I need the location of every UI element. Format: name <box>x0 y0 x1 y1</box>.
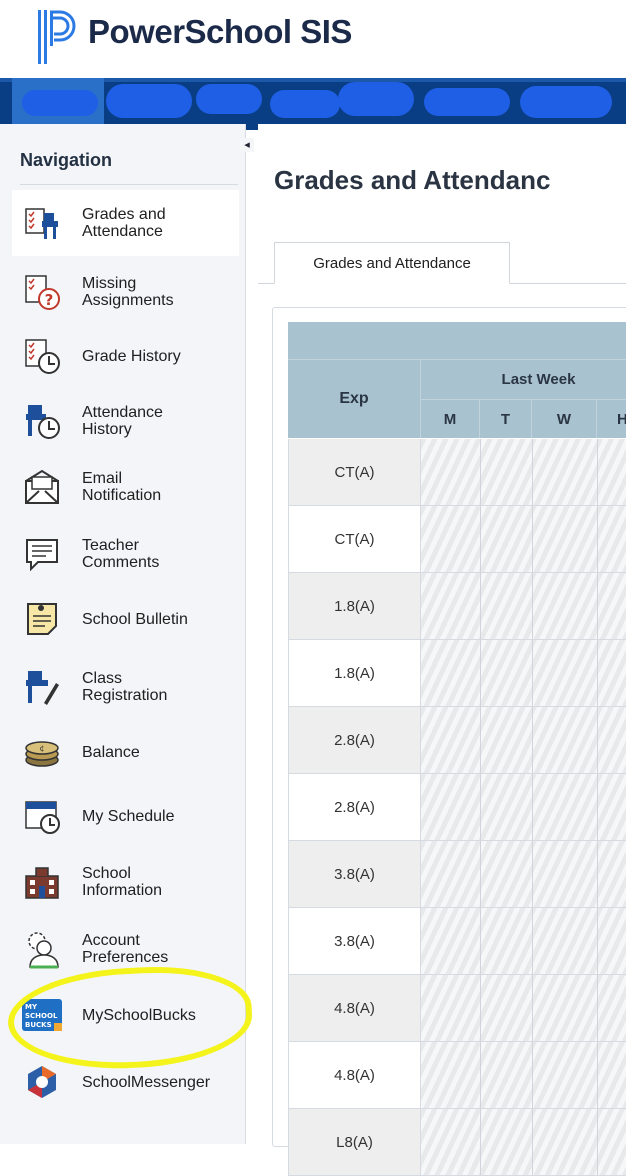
grade-history-icon <box>22 336 62 376</box>
exp-cell[interactable]: CT(A) <box>288 506 421 572</box>
collapse-sidebar-icon[interactable]: ◂ <box>240 138 254 152</box>
table-row: 4.8(A) <box>288 1042 626 1109</box>
table-row: 1.8(A) <box>288 640 626 707</box>
sidebar-item-label: Email Notification <box>82 470 162 504</box>
table-row: 2.8(A) <box>288 774 626 841</box>
table-row: CT(A) <box>288 506 626 573</box>
attendance-history-icon <box>22 401 62 441</box>
sidebar-item-label: School Information <box>82 865 163 899</box>
exp-cell[interactable]: L8(A) <box>288 1109 421 1175</box>
column-header-day: M <box>421 400 480 438</box>
page-title: Grades and Attendanc <box>274 165 551 195</box>
sidebar-item-label: Grade History <box>82 347 181 365</box>
sidebar-item-grades-attendance[interactable]: Grades and Attendance <box>12 190 239 256</box>
redacted-topbar-item[interactable] <box>196 84 262 114</box>
attendance-cells <box>421 439 626 505</box>
exp-cell[interactable]: 1.8(A) <box>288 640 421 706</box>
sidebar-item-grade-history[interactable]: Grade History <box>12 323 239 389</box>
exp-cell[interactable]: 1.8(A) <box>288 573 421 639</box>
column-header-day: H <box>597 400 626 438</box>
svg-text:?: ? <box>45 291 54 309</box>
account-icon <box>22 929 62 969</box>
exp-cell[interactable]: 4.8(A) <box>288 975 421 1041</box>
balance-icon: ¢ <box>22 732 62 772</box>
column-header-exp[interactable]: Exp <box>288 360 421 438</box>
missing-assignments-icon: ? <box>22 272 62 312</box>
sidebar-item-label: Account Preferences <box>82 932 169 966</box>
bulletin-icon <box>22 599 62 639</box>
attendance-cells <box>421 707 626 773</box>
sidebar-item-label: Balance <box>82 743 140 761</box>
sidebar-item-teacher-comments[interactable]: Teacher Comments <box>12 521 239 587</box>
exp-cell[interactable]: 2.8(A) <box>288 707 421 773</box>
attendance-cells <box>421 774 626 840</box>
svg-text:¢: ¢ <box>39 744 44 753</box>
sidebar-item-label: Class Registration <box>82 670 168 704</box>
table-row: 4.8(A) <box>288 975 626 1042</box>
sidebar-item-school-bulletin[interactable]: School Bulletin <box>12 586 239 652</box>
redacted-topbar-item[interactable] <box>338 82 414 116</box>
grades-attendance-icon <box>22 203 62 243</box>
redacted-topbar-item[interactable] <box>22 90 98 116</box>
top-navigation-bar[interactable] <box>0 78 626 124</box>
exp-cell[interactable]: 3.8(A) <box>288 908 421 974</box>
table-header-band <box>288 322 626 360</box>
sidebar-item-class-registration[interactable]: Class Registration <box>12 654 239 720</box>
attendance-cells <box>421 573 626 639</box>
navigation-heading: Navigation <box>20 150 113 170</box>
sidebar-item-my-schedule[interactable]: My Schedule <box>12 783 239 849</box>
redacted-topbar-item[interactable] <box>424 88 510 116</box>
column-header-day: T <box>480 400 532 438</box>
sidebar-item-attendance-history[interactable]: Attendance History <box>12 388 239 454</box>
powerschool-logo-icon <box>38 10 76 64</box>
table-row: 3.8(A) <box>288 908 626 975</box>
brand-title: PowerSchool SIS <box>88 13 352 50</box>
redacted-topbar-item[interactable] <box>106 84 192 118</box>
exp-cell[interactable]: 4.8(A) <box>288 1042 421 1108</box>
sidebar-item-email-notification[interactable]: Email Notification <box>12 454 239 520</box>
redacted-topbar-item[interactable] <box>520 86 612 118</box>
sidebar-item-missing-assignments[interactable]: ? Missing Assignments <box>12 259 239 325</box>
schoolmessenger-icon <box>22 1062 62 1102</box>
collapse-arrow-icon[interactable] <box>246 118 258 130</box>
sidebar-item-label: Grades and Attendance <box>82 206 166 240</box>
attendance-cells <box>421 1109 626 1175</box>
attendance-cells <box>421 841 626 907</box>
brand-header: PowerSchool SIS <box>0 0 626 78</box>
sidebar-item-label: My Schedule <box>82 807 175 825</box>
attendance-cells <box>421 908 626 974</box>
exp-cell[interactable]: 2.8(A) <box>288 774 421 840</box>
attendance-cells <box>421 1042 626 1108</box>
sidebar-item-school-information[interactable]: School Information <box>12 849 239 915</box>
sidebar-item-label: Missing Assignments <box>82 275 174 309</box>
sidebar-item-balance[interactable]: ¢ Balance <box>12 719 239 785</box>
sidebar-item-label: Teacher Comments <box>82 537 160 571</box>
exp-cell[interactable]: CT(A) <box>288 439 421 505</box>
comments-icon <box>22 534 62 574</box>
column-header-last-week: Last Week <box>421 360 626 400</box>
exp-cell[interactable]: 3.8(A) <box>288 841 421 907</box>
table-row: L8(A) <box>288 1109 626 1176</box>
sidebar-item-label: SchoolMessenger <box>82 1073 211 1091</box>
redacted-topbar-item[interactable] <box>270 90 340 118</box>
table-row: 2.8(A) <box>288 707 626 774</box>
navigation-divider <box>20 184 238 185</box>
attendance-cells <box>421 975 626 1041</box>
attendance-cells <box>421 640 626 706</box>
table-row: 1.8(A) <box>288 573 626 640</box>
email-icon <box>22 467 62 507</box>
tab-grades-attendance[interactable]: Grades and Attendance <box>274 242 510 284</box>
schedule-icon <box>22 796 62 836</box>
table-row: CT(A) <box>288 439 626 506</box>
class-registration-icon <box>22 667 62 707</box>
sidebar-item-label: Attendance History <box>82 404 163 438</box>
attendance-cells <box>421 506 626 572</box>
sidebar-item-label: School Bulletin <box>82 610 188 628</box>
school-icon <box>22 862 62 902</box>
column-header-day: W <box>532 400 597 438</box>
table-row: 3.8(A) <box>288 841 626 908</box>
